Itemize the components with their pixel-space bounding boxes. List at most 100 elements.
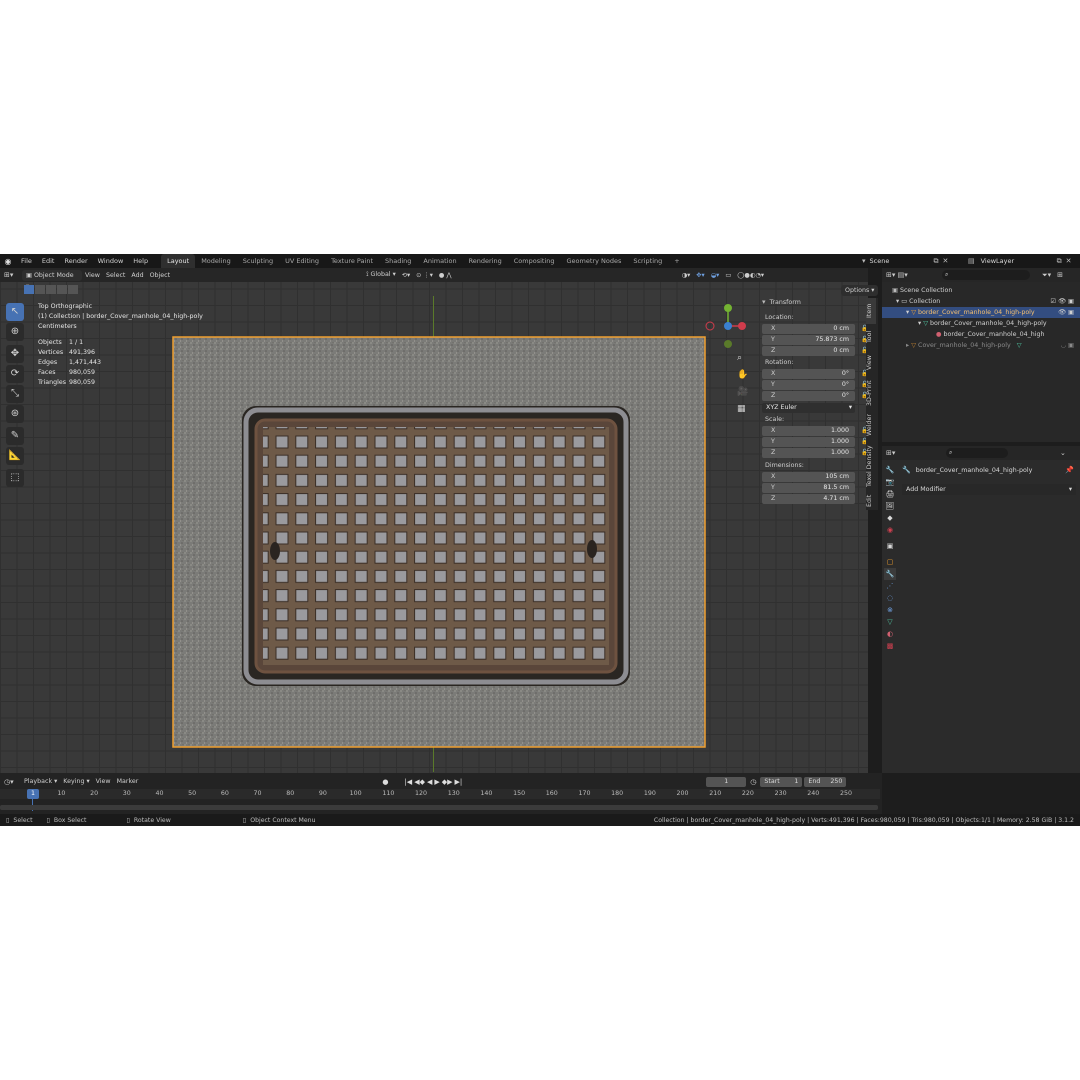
dimensions-y-field[interactable]: Y 81.5 cm (762, 483, 855, 493)
xray-icon[interactable]: ▭ (725, 272, 731, 279)
editor-type-icon[interactable]: ⊞▾ (886, 449, 946, 457)
location-y-field[interactable]: Y 75.873 cm 🔓 (762, 335, 868, 345)
playhead[interactable]: 1 (27, 789, 39, 799)
menu-select[interactable]: Select (106, 272, 125, 279)
marker-menu[interactable]: Marker (117, 778, 139, 785)
timeline-scrollbar[interactable] (0, 805, 878, 810)
shading-modes-icon[interactable]: ◯●◐◔▾ (737, 272, 764, 279)
display-mode-icon[interactable]: ⊞▾ ▤▾ (886, 271, 912, 279)
close-icon[interactable]: ✕ (1066, 257, 1072, 265)
render-tab-icon[interactable]: 📷 (884, 476, 896, 488)
mode-dropdown[interactable]: ▣ Object Mode ▾ (22, 269, 82, 290)
outliner-item-material[interactable]: ● border_Cover_manhole_04_high (882, 329, 1080, 340)
tab-animation[interactable]: Animation (417, 254, 462, 268)
playback-menu[interactable]: Playback ▾ (24, 778, 57, 785)
tab-geometry-nodes[interactable]: Geometry Nodes (561, 254, 628, 268)
select-new-icon[interactable] (24, 285, 34, 294)
tab-texel-density[interactable]: Texel Density (866, 440, 876, 492)
menu-help[interactable]: Help (128, 254, 153, 268)
jump-start-icon[interactable]: |◀ (404, 778, 412, 786)
collection-tab-icon[interactable]: ▣ (884, 540, 896, 552)
data-tab-icon[interactable]: ▽ (884, 616, 896, 628)
menu-edit[interactable]: Edit (37, 254, 60, 268)
add-modifier-dropdown[interactable]: Add Modifier ▾ (902, 484, 1076, 495)
scale-x-field[interactable]: X 1.000 🔓 (762, 426, 868, 436)
rotate-tool-icon[interactable]: ⟳ (6, 365, 24, 383)
proportional-edit-icon[interactable]: ● ⋀ (439, 272, 452, 279)
scene-selector[interactable]: ▾ Scene ⧉ ✕ (862, 255, 948, 267)
material-tab-icon[interactable]: ◐ (884, 628, 896, 640)
properties-search-input[interactable]: ⌕ (946, 448, 1008, 458)
checkbox-visibility-icons[interactable]: ☑ 👁 ▣ (1050, 296, 1074, 307)
scale-z-field[interactable]: Z 1.000 🔓 (762, 448, 868, 458)
physics-tab-icon[interactable]: ◌ (884, 592, 896, 604)
start-frame-field[interactable]: Start 1 (760, 776, 803, 787)
gizmo-toggle-icon[interactable]: ✥▾ (696, 272, 704, 279)
jump-end-icon[interactable]: ▶| (455, 778, 463, 786)
annotate-tool-icon[interactable]: ✎ (6, 427, 24, 445)
select-extend-icon[interactable] (35, 285, 45, 294)
select-invert-icon[interactable] (57, 285, 67, 294)
tab-view[interactable]: View (866, 350, 876, 376)
copy-icon[interactable]: ⧉ (1057, 257, 1062, 266)
move-tool-icon[interactable]: ✥ (6, 345, 24, 363)
particles-tab-icon[interactable]: ⋰ (884, 580, 896, 592)
tab-texture-paint[interactable]: Texture Paint (325, 254, 379, 268)
new-collection-icon[interactable]: ⊞ (1057, 271, 1063, 279)
menu-add[interactable]: Add (131, 272, 143, 279)
blender-logo-icon[interactable]: ◉ (0, 257, 16, 266)
editor-type-icon[interactable]: ◷▾ (4, 778, 24, 786)
options-dropdown[interactable]: Options ▾ (841, 285, 879, 296)
copy-icon[interactable]: ⧉ (934, 257, 939, 266)
scale-tool-icon[interactable]: ⤡ (6, 385, 24, 403)
current-frame-field[interactable]: 1 (706, 776, 747, 787)
camera-icon[interactable]: 🎥 (737, 384, 748, 401)
play-icon[interactable]: ▶ (434, 778, 439, 786)
pan-hand-icon[interactable]: ✋ (737, 367, 748, 384)
visibility-eye-icon[interactable]: 👁 ▣ (1058, 307, 1074, 318)
menu-file[interactable]: File (16, 254, 37, 268)
constraints-tab-icon[interactable]: ⊗ (884, 604, 896, 616)
overlay-toggle-icon[interactable]: ◒▾ (711, 272, 720, 279)
visibility-eye-icon[interactable]: ◡ ▣ (1061, 340, 1074, 351)
select-intersect-icon[interactable] (68, 285, 78, 294)
dimensions-z-field[interactable]: Z 4.71 cm (762, 494, 855, 504)
object-tab-icon[interactable]: ▢ (884, 556, 896, 568)
clock-icon[interactable]: ◷ (750, 778, 756, 786)
tab-item[interactable]: Item (866, 298, 876, 324)
visibility-icon[interactable]: ◑▾ (682, 272, 691, 279)
timeline-view-menu[interactable]: View (96, 778, 111, 785)
tab-welder[interactable]: Welder (866, 410, 876, 440)
world-tab-icon[interactable]: ◉ (884, 524, 896, 536)
collapse-icon[interactable]: ⌄ (1060, 449, 1066, 457)
tab-scripting[interactable]: Scripting (627, 254, 668, 268)
editor-type-icon[interactable]: ⊞▾ (4, 271, 22, 279)
tab-shading[interactable]: Shading (379, 254, 417, 268)
snap-icon[interactable]: ⊙ ⋮▾ (416, 272, 433, 279)
scene-tab-icon[interactable]: ◆ (884, 512, 896, 524)
add-cube-tool-icon[interactable]: ⬚ (6, 469, 24, 487)
record-icon[interactable]: ● (382, 778, 388, 786)
play-reverse-icon[interactable]: ◀ (427, 778, 432, 786)
select-tool-icon[interactable]: ↖ (6, 303, 24, 321)
menu-object[interactable]: Object (150, 272, 171, 279)
end-frame-field[interactable]: End 250 (804, 776, 847, 787)
tab-layout[interactable]: Layout (161, 254, 196, 268)
zoom-icon[interactable]: ⌕ (737, 350, 748, 367)
prev-keyframe-icon[interactable]: ◀◆ (414, 778, 425, 786)
rotation-x-field[interactable]: X 0° 🔓 (762, 369, 868, 379)
measure-tool-icon[interactable]: 📐 (6, 447, 24, 465)
outliner-item-mesh-data[interactable]: ▾ ▽ border_Cover_manhole_04_high-poly (882, 318, 1080, 329)
outliner-item-cover-manhole[interactable]: ▸ ▽ Cover_manhole_04_high-poly ▽ ◡ ▣ (882, 340, 1080, 351)
tab-uv-editing[interactable]: UV Editing (279, 254, 325, 268)
filter-icon[interactable]: ⏷▾ (1042, 271, 1051, 280)
pivot-icon[interactable]: ⟲▾ (402, 272, 410, 279)
outliner-search-input[interactable]: ⌕ (942, 270, 1030, 280)
modifier-tab-icon[interactable]: 🔧 (884, 568, 896, 580)
navigation-gizmo[interactable] (704, 302, 750, 348)
cursor-tool-icon[interactable]: ⊕ (6, 323, 24, 341)
tab-3d-print[interactable]: 3D-Print (866, 376, 876, 410)
tab-sculpting[interactable]: Sculpting (237, 254, 279, 268)
menu-render[interactable]: Render (59, 254, 92, 268)
texture-tab-icon[interactable]: ▩ (884, 640, 896, 652)
